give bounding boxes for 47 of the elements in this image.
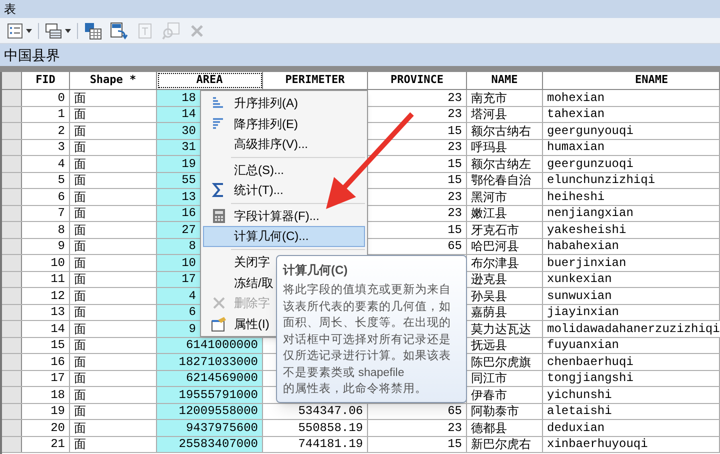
list-icon — [6, 22, 24, 40]
row-selector[interactable] — [2, 123, 22, 138]
zoom-table-icon — [162, 22, 180, 40]
table-select-icon — [84, 22, 102, 40]
row-selector[interactable] — [2, 321, 22, 336]
table-clear-icon — [136, 22, 154, 40]
row-selector[interactable] — [2, 172, 22, 188]
menu-item[interactable]: 计算几何(C)... — [203, 226, 365, 247]
stacked-tables-icon — [45, 22, 63, 40]
dropdown-caret-icon — [26, 28, 32, 32]
row-selector[interactable] — [2, 140, 22, 155]
table-cell: 19555791000 — [157, 387, 263, 402]
table-cell: 12009558000 — [157, 404, 263, 419]
table-cell: 6214569000 — [157, 370, 263, 386]
row-selector[interactable] — [2, 90, 22, 106]
row-selector[interactable] — [2, 106, 22, 122]
row-selector[interactable] — [2, 370, 22, 386]
table-cell: 18271033000 — [157, 354, 263, 370]
row-selector[interactable] — [2, 238, 22, 254]
row-selector[interactable] — [2, 436, 22, 452]
toolbar-button[interactable] — [108, 20, 130, 42]
row-selector[interactable] — [2, 420, 22, 436]
row-selector[interactable] — [2, 338, 22, 353]
row-selector[interactable] — [2, 255, 22, 270]
row-selector[interactable] — [2, 272, 22, 287]
table-cell: 25583407000 — [157, 436, 263, 452]
dropdown-caret-icon — [65, 28, 71, 32]
layer-title: 中国县界 — [4, 46, 60, 64]
window-title: 表 — [4, 1, 16, 18]
row-selector[interactable] — [2, 206, 22, 221]
row-selector[interactable] — [2, 189, 22, 204]
row-selector[interactable] — [2, 156, 22, 172]
row-selector[interactable] — [2, 404, 22, 419]
tooltip-text: 将此字段的值填充或更新为来自该表所代表的要素的几何值，如面积、周长、长度等。在出现的对话框中可选择对所有记录还是仅所选记录进行计算。如果该表不是要素类或 shapefile 的属性表，此命令将禁用。 — [283, 282, 452, 397]
row-selector[interactable] — [2, 387, 22, 402]
row-selector[interactable] — [2, 354, 22, 370]
column-header[interactable]: AREA — [157, 72, 263, 89]
tooltip-title: 计算几何(C) — [283, 262, 349, 279]
switch-table-icon — [110, 22, 128, 40]
calculator-icon — [211, 208, 227, 224]
table-cell: 9437975600 — [157, 420, 263, 436]
properties-icon — [211, 316, 227, 332]
table-cell: 6141000000 — [157, 338, 263, 353]
row-selector[interactable] — [2, 222, 22, 238]
delete-icon — [211, 295, 227, 312]
row-selector[interactable] — [2, 288, 22, 304]
row-selector[interactable] — [2, 304, 22, 320]
